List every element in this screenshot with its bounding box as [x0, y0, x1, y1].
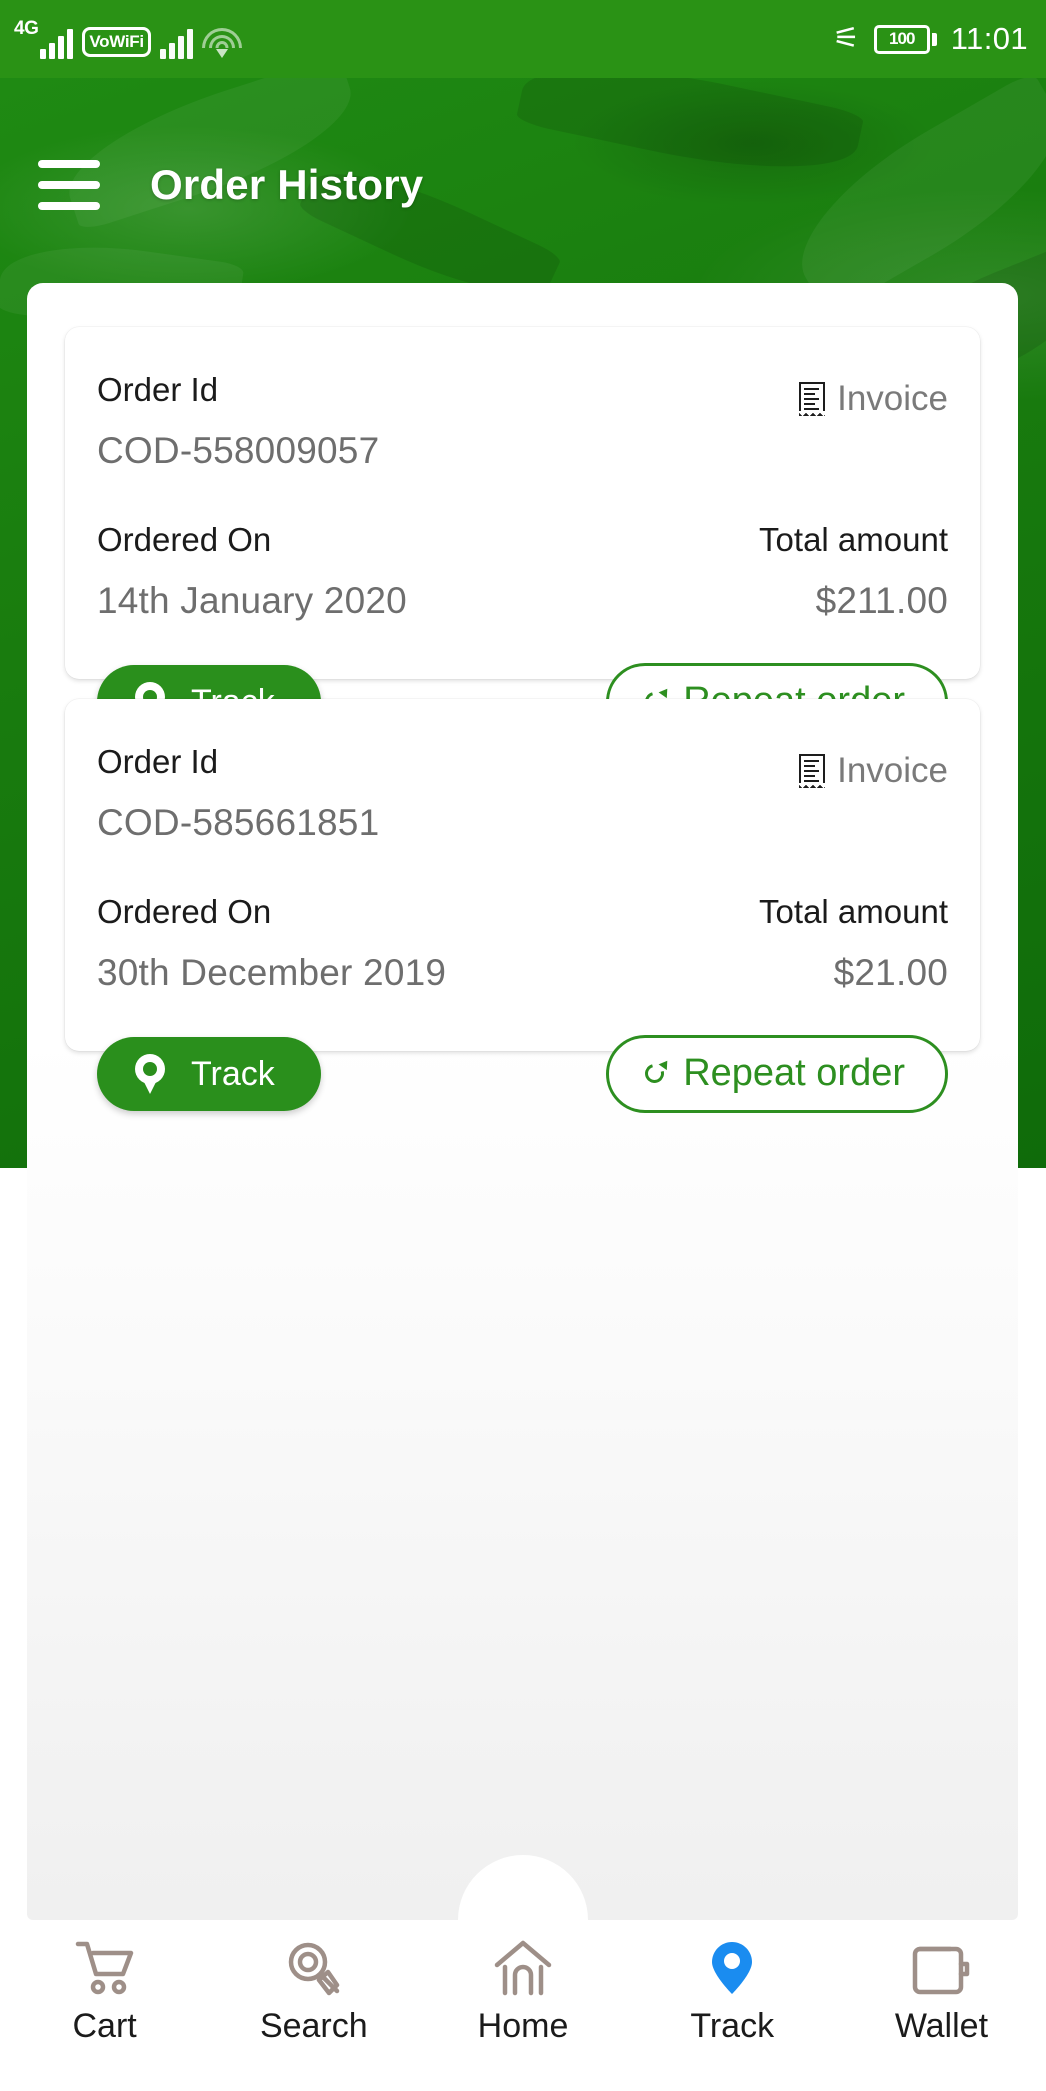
total-amount-value: $21.00	[833, 952, 948, 993]
total-amount-value: $211.00	[815, 580, 948, 621]
order-id-label: Order Id	[97, 743, 219, 780]
location-pin-icon	[701, 1937, 763, 1999]
battery-icon: 100	[873, 24, 937, 54]
invoice-label: Invoice	[837, 751, 948, 790]
order-card[interactable]: Order Id COD-585661851 Invoice Ordered O…	[65, 699, 980, 1113]
battery-level-label: 100	[873, 24, 930, 54]
cellular-signal-icon: 4G	[14, 18, 74, 59]
repeat-order-label: Repeat order	[683, 1052, 905, 1094]
vowifi-badge: VoWiFi	[82, 27, 151, 57]
order-id-label: Order Id	[97, 371, 219, 408]
wifi-icon	[201, 26, 242, 58]
track-button-label: Track	[191, 1054, 275, 1093]
ordered-on-value: 30th December 2019	[97, 952, 447, 993]
location-pin-icon	[135, 1054, 165, 1094]
wallet-icon	[910, 1937, 972, 1999]
status-bar: 4G VoWiFi ⚟ 100 11:01	[0, 0, 1046, 78]
receipt-icon	[799, 382, 826, 416]
nav-label-home: Home	[477, 2007, 569, 2045]
cellular-signal-secondary-icon	[159, 29, 193, 59]
nav-label-wallet: Wallet	[894, 2007, 989, 2045]
nav-label-track: Track	[690, 2007, 775, 2045]
network-type-label: 4G	[14, 18, 39, 39]
order-card[interactable]: Order Id COD-558009057 Invoice Ordered O…	[65, 327, 980, 741]
nav-item-cart[interactable]: Cart	[0, 1937, 209, 2046]
nav-item-wallet[interactable]: Wallet	[837, 1937, 1046, 2046]
order-id-value: COD-585661851	[97, 802, 380, 843]
nav-item-search[interactable]: Search	[209, 1937, 418, 2046]
nav-label-search: Search	[259, 2007, 368, 2045]
app-bar: Order History	[0, 140, 1046, 230]
receipt-icon	[799, 754, 826, 788]
invoice-button[interactable]: Invoice	[799, 751, 948, 791]
bluetooth-icon: ⚟	[832, 22, 860, 55]
ordered-on-label: Ordered On	[97, 893, 272, 930]
repeat-order-button[interactable]: Repeat order	[606, 1035, 948, 1113]
status-bar-right: ⚟ 100 11:01	[833, 21, 1028, 57]
ordered-on-value: 14th January 2020	[97, 580, 407, 621]
order-id-value: COD-558009057	[97, 430, 380, 471]
ordered-on-label: Ordered On	[97, 521, 272, 558]
hamburger-menu-icon[interactable]	[38, 160, 100, 210]
invoice-button[interactable]: Invoice	[799, 379, 948, 419]
home-icon	[492, 1937, 554, 1999]
clock-label: 11:01	[950, 21, 1028, 56]
bottom-navigation-bar: Cart Search Home Track Wallet	[0, 1921, 1046, 2091]
order-list-sheet: Order Id COD-558009057 Invoice Ordered O…	[27, 283, 1018, 1920]
shopping-cart-icon	[74, 1937, 136, 1999]
track-button[interactable]: Track	[97, 1037, 321, 1111]
refresh-arrow-icon	[641, 1057, 672, 1089]
nav-item-home[interactable]: Home	[418, 1937, 627, 2046]
total-amount-label: Total amount	[759, 893, 948, 930]
nav-label-cart: Cart	[72, 2007, 137, 2045]
total-amount-label: Total amount	[759, 521, 948, 558]
page-title: Order History	[150, 161, 424, 208]
invoice-label: Invoice	[837, 379, 948, 418]
magnifier-icon	[283, 1937, 345, 1999]
nav-item-track[interactable]: Track	[628, 1937, 837, 2046]
status-bar-left: 4G VoWiFi	[14, 19, 242, 59]
